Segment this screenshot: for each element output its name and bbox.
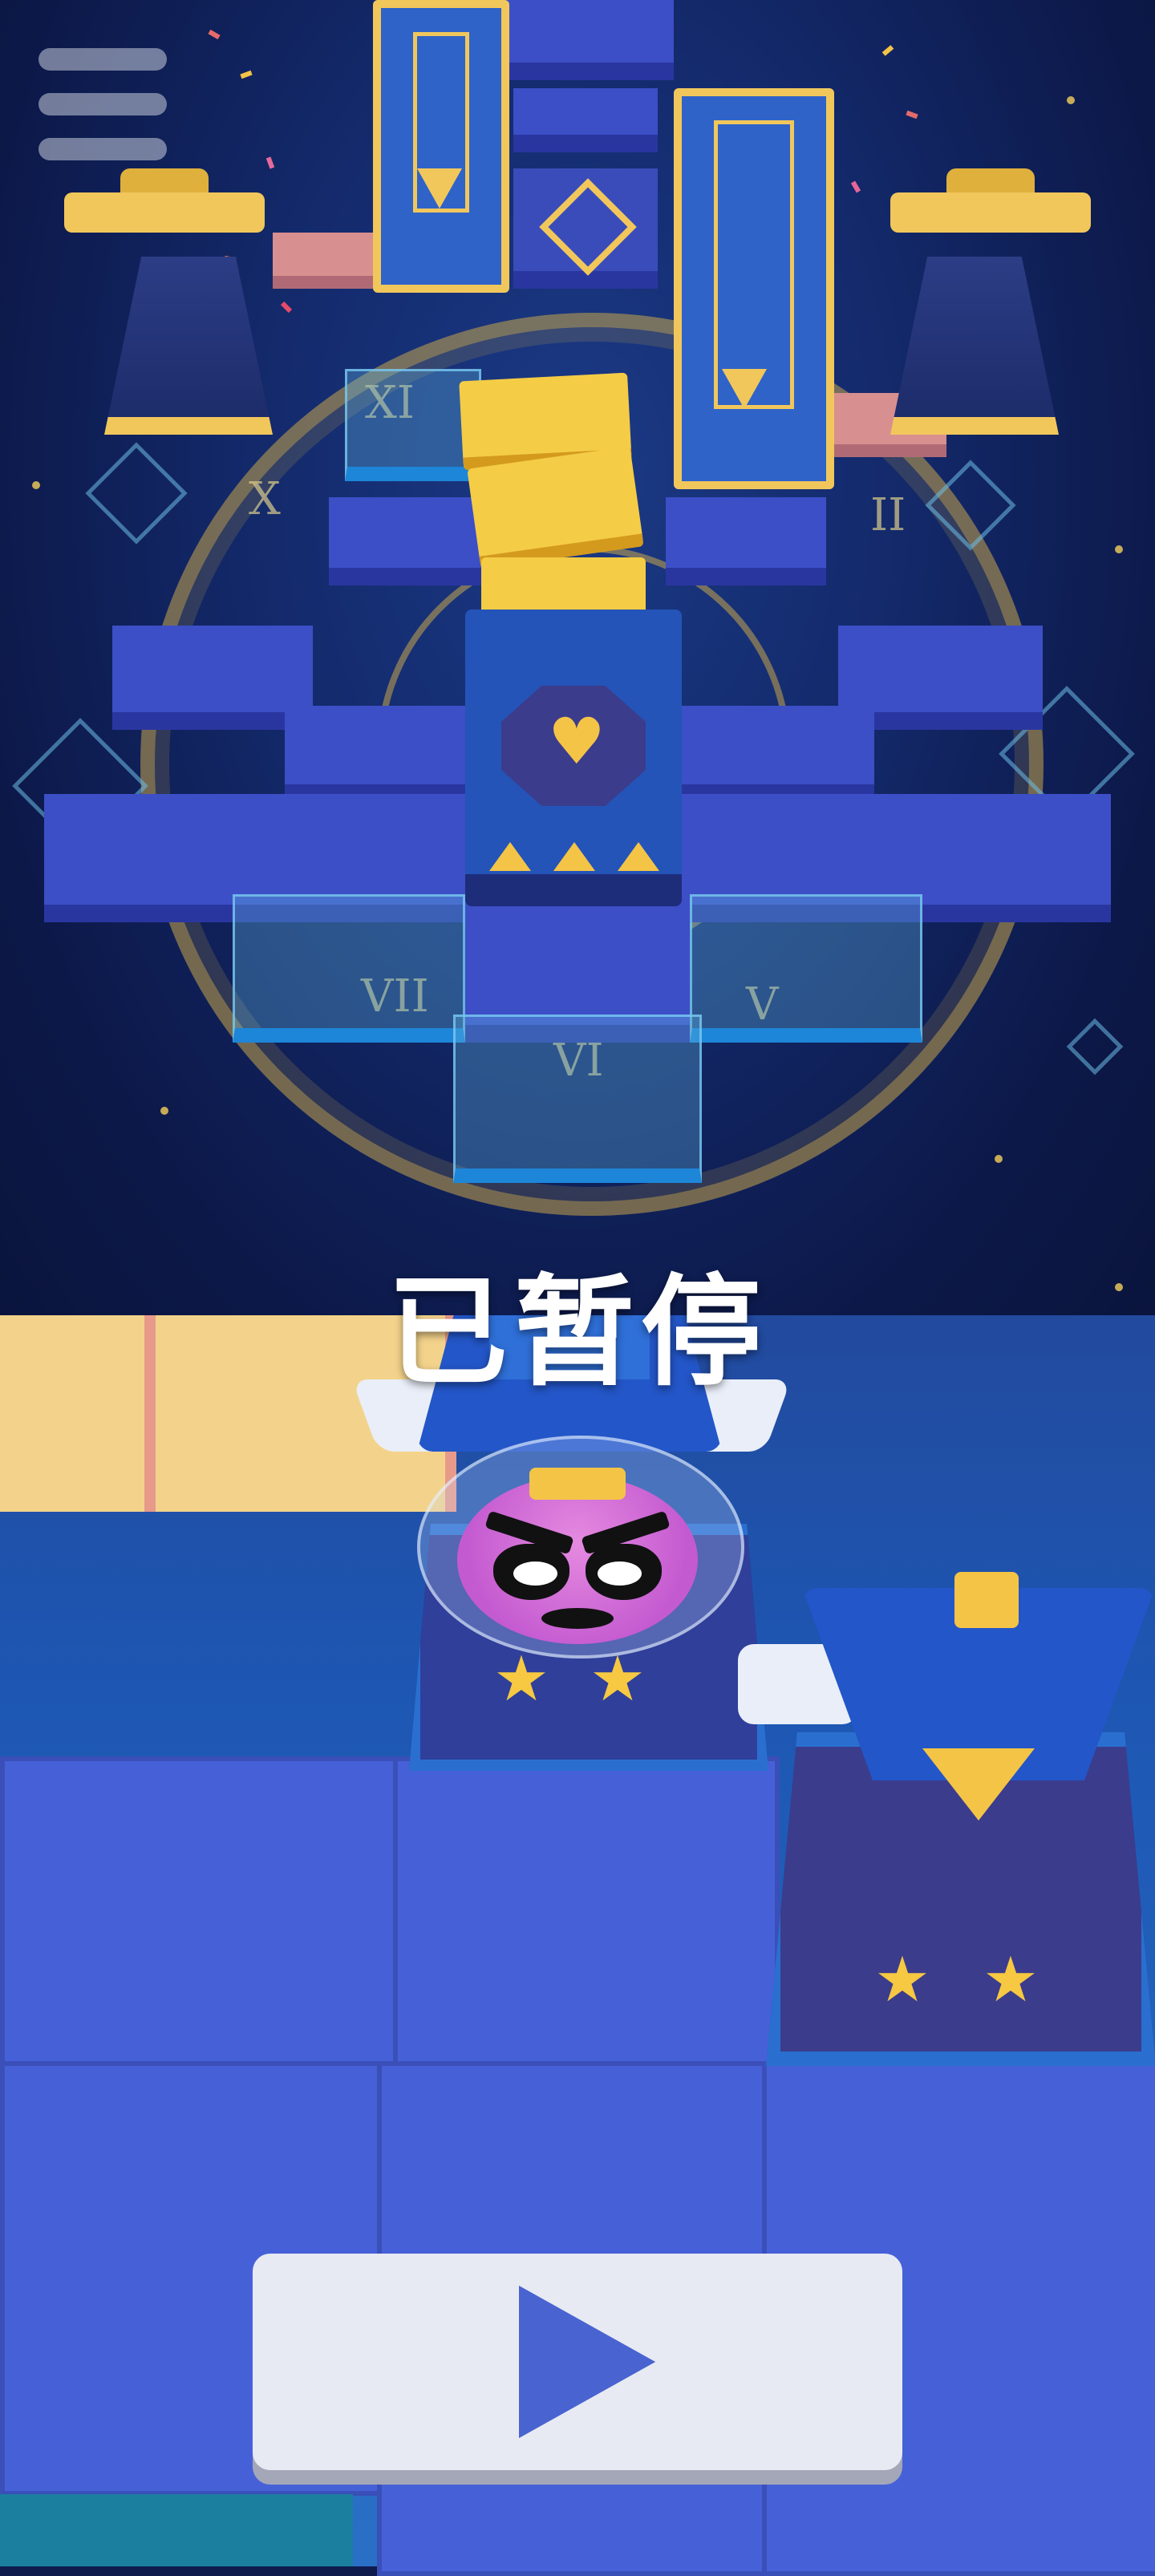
mustache [541, 1608, 614, 1629]
floor-tile [329, 497, 489, 585]
floor-tile [112, 626, 313, 730]
turret-cap [954, 1572, 1019, 1628]
menu-line [38, 138, 167, 160]
sparkle-star [995, 1155, 1003, 1163]
resume-play-button[interactable] [253, 2254, 902, 2470]
clock-numeral: X [249, 473, 281, 525]
pencil-pillar [674, 88, 834, 489]
pencil-tip-icon [722, 369, 767, 409]
heart-icon: ♥ [548, 704, 606, 779]
turret-cannon [890, 192, 1091, 233]
sparkle-star [1067, 96, 1075, 104]
floor-tile [674, 706, 874, 802]
turret-cannon [64, 192, 265, 233]
eye [493, 1544, 569, 1600]
spike-icon [489, 842, 531, 871]
pillar-trim [714, 120, 794, 409]
paused-status-title: 已暂停 [387, 1263, 768, 1403]
diamond-gate [513, 168, 658, 289]
pencil-pillar [373, 0, 509, 293]
heart-emblem: ♥ [501, 686, 646, 806]
floor-tile [285, 706, 469, 802]
heart-crate: ♥ [465, 610, 682, 906]
diamond-emblem-icon [539, 178, 637, 276]
play-icon [519, 2286, 655, 2438]
player-crest [529, 1468, 626, 1500]
floor-tile [666, 497, 826, 585]
menu-line [38, 93, 167, 115]
floor-tile [481, 0, 674, 80]
hamburger-menu-icon [38, 42, 168, 168]
clock-numeral: II [870, 489, 906, 541]
turret-gem-icon [922, 1748, 1035, 1821]
player-character [457, 1476, 698, 1644]
star-icon: ★ [493, 1643, 549, 1715]
menu-button[interactable] [38, 42, 168, 168]
sparkle-star [32, 481, 40, 489]
spike-icon [553, 842, 595, 871]
eye-glint [598, 1561, 642, 1586]
floor-tile [0, 1756, 411, 2079]
pencil-tip-icon [417, 168, 462, 209]
eye [586, 1544, 662, 1600]
glass-tile [690, 894, 922, 1043]
eye-glint [513, 1561, 557, 1586]
floor-tile [393, 1756, 780, 2079]
star-icon: ★ [983, 1944, 1039, 2016]
sparkle-star [1115, 545, 1123, 553]
spike-icon [618, 842, 659, 871]
floor-tile [513, 88, 658, 152]
glass-tile [453, 1015, 702, 1183]
menu-line [38, 48, 167, 71]
water-edge [0, 2494, 353, 2566]
sparkle-star [160, 1107, 168, 1115]
glass-tile [233, 894, 465, 1043]
star-icon: ★ [874, 1944, 930, 2016]
